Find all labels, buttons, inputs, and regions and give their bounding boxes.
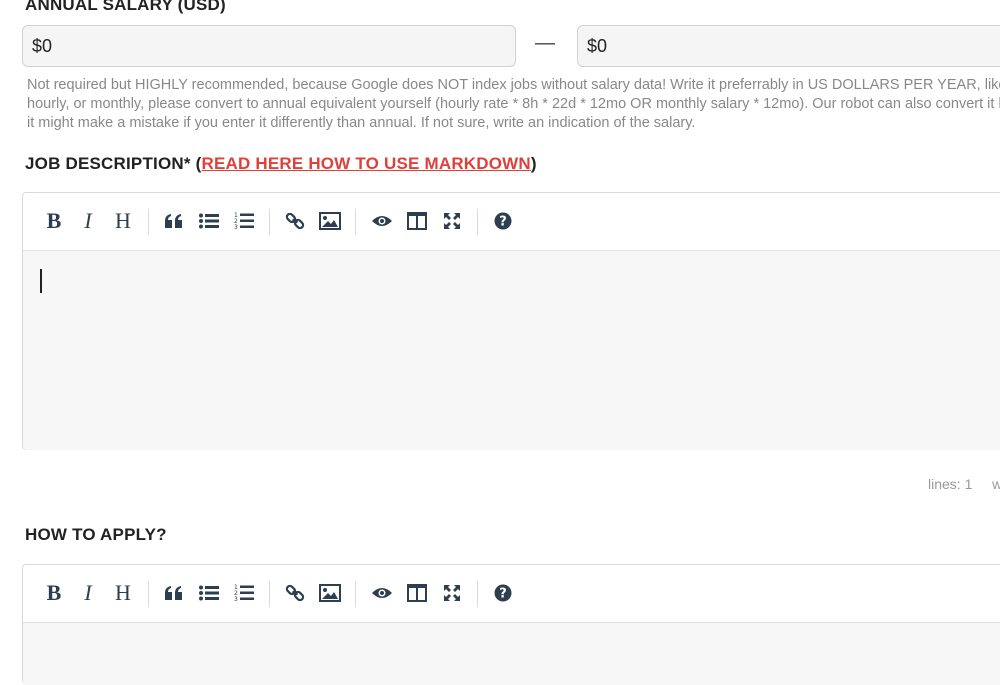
italic-button[interactable]: I [72, 577, 104, 609]
word-count: w [992, 476, 1000, 492]
how-to-apply-textarea[interactable] [23, 623, 1000, 685]
fullscreen-icon[interactable] [436, 205, 468, 237]
svg-text:3: 3 [234, 596, 238, 602]
salary-help-line: hourly, or monthly, please convert to an… [27, 96, 1000, 112]
svg-text:3: 3 [234, 224, 238, 230]
job-description-editor: B I H 123 ? [22, 192, 1000, 450]
side-by-side-icon[interactable] [401, 205, 433, 237]
editor-toolbar: B I H 123 ? [23, 193, 1000, 251]
text-cursor [40, 269, 42, 293]
salary-help-text: Not required but HIGHLY recommended, bec… [27, 76, 1000, 133]
ordered-list-icon[interactable]: 123 [228, 205, 260, 237]
toolbar-separator [269, 581, 270, 607]
job-description-label-close: ) [530, 154, 537, 173]
preview-eye-icon[interactable] [366, 205, 398, 237]
toolbar-separator [477, 581, 478, 607]
unordered-list-icon[interactable] [193, 577, 225, 609]
help-icon[interactable]: ? [487, 205, 519, 237]
salary-label: ANNUAL SALARY (USD) [25, 0, 226, 14]
line-count: lines: 1 [928, 476, 973, 492]
salary-min-input[interactable]: $0 [22, 25, 516, 67]
heading-button[interactable]: H [107, 205, 139, 237]
bold-button[interactable]: B [38, 205, 70, 237]
toolbar-separator [148, 581, 149, 607]
svg-text:?: ? [499, 215, 507, 230]
editor-toolbar: B I H 123 ? [23, 565, 1000, 623]
help-icon[interactable]: ? [487, 577, 519, 609]
quote-icon[interactable] [158, 205, 190, 237]
job-description-textarea[interactable] [23, 251, 1000, 450]
image-icon[interactable] [314, 205, 346, 237]
salary-range-separator: — [535, 32, 555, 54]
salary-max-input[interactable]: $0 [577, 25, 1000, 67]
quote-icon[interactable] [158, 577, 190, 609]
heading-button[interactable]: H [107, 577, 139, 609]
unordered-list-icon[interactable] [193, 205, 225, 237]
toolbar-separator [355, 581, 356, 607]
toolbar-separator [148, 209, 149, 235]
markdown-help-link[interactable]: READ HERE HOW TO USE MARKDOWN [201, 154, 530, 173]
toolbar-separator [477, 209, 478, 235]
link-icon[interactable] [279, 577, 311, 609]
editor-statusbar: lines: 1 w [928, 476, 1000, 492]
svg-text:?: ? [499, 587, 507, 602]
bold-button[interactable]: B [38, 577, 70, 609]
ordered-list-icon[interactable]: 123 [228, 577, 260, 609]
preview-eye-icon[interactable] [366, 577, 398, 609]
how-to-apply-editor: B I H 123 ? [22, 564, 1000, 685]
job-description-label-text: JOB DESCRIPTION* ( [25, 154, 202, 173]
toolbar-separator [269, 209, 270, 235]
salary-help-line: Not required but HIGHLY recommended, bec… [27, 77, 1000, 93]
job-description-label: JOB DESCRIPTION* (READ HERE HOW TO USE M… [25, 154, 537, 174]
side-by-side-icon[interactable] [401, 577, 433, 609]
how-to-apply-label: HOW TO APPLY? [25, 525, 167, 544]
image-icon[interactable] [314, 577, 346, 609]
italic-button[interactable]: I [72, 205, 104, 237]
toolbar-separator [355, 209, 356, 235]
link-icon[interactable] [279, 205, 311, 237]
fullscreen-icon[interactable] [436, 577, 468, 609]
salary-help-line: it might make a mistake if you enter it … [27, 115, 696, 131]
